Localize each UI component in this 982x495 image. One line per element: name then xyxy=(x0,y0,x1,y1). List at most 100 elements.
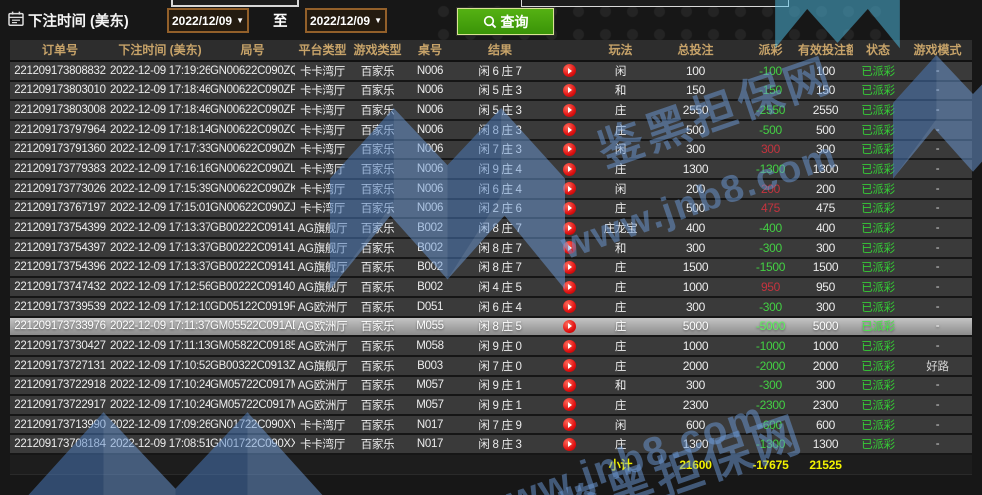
table-row[interactable]: 2212091737139902022-12-09 17:09:26GN0172… xyxy=(10,416,972,436)
date-to-select[interactable]: 2022/12/09 ▼ xyxy=(305,8,387,33)
cell-round: GM05722C0917M xyxy=(210,379,295,391)
header-col-4: 游戏类型 xyxy=(350,40,405,60)
play-icon[interactable] xyxy=(563,261,576,274)
cell-result: 闲 7 庄 3 xyxy=(455,141,545,157)
cell-bet: 2300 xyxy=(648,398,743,412)
cell-payout: -2000 xyxy=(743,359,798,373)
table-row[interactable]: 2212091737229182022-12-09 17:10:24GM0572… xyxy=(10,377,972,397)
play-icon[interactable] xyxy=(563,222,576,235)
play-icon[interactable] xyxy=(563,359,576,372)
cell-status: 已派彩 xyxy=(853,240,903,256)
result-replay-cell xyxy=(545,123,593,136)
table-row[interactable]: 2212091737229172022-12-09 17:10:24GM0572… xyxy=(10,396,972,416)
cell-time: 2022-12-09 17:08:51 xyxy=(110,438,210,450)
table-row[interactable]: 2212091737543972022-12-09 17:13:37GB0022… xyxy=(10,239,972,259)
table-row[interactable]: 2212091737395392022-12-09 17:12:10GD0512… xyxy=(10,298,972,318)
table-row[interactable]: 2212091738030082022-12-09 17:18:46GN0062… xyxy=(10,101,972,121)
cell-status: 已派彩 xyxy=(853,436,903,452)
header-col-13: 游戏模式 xyxy=(903,40,972,60)
table-row[interactable]: 2212091737913602022-12-09 17:17:33GN0062… xyxy=(10,141,972,161)
table-row[interactable]: 2212091737979642022-12-09 17:18:14GN0062… xyxy=(10,121,972,141)
cell-game: 百家乐 xyxy=(350,358,405,374)
table-row[interactable]: 2212091737081842022-12-09 17:08:51GN0172… xyxy=(10,435,972,455)
cell-table: N006 xyxy=(405,104,455,116)
play-icon[interactable] xyxy=(563,438,576,451)
play-icon[interactable] xyxy=(563,202,576,215)
header-col-8: 玩法 xyxy=(593,40,648,60)
play-icon[interactable] xyxy=(563,64,576,77)
cell-play: 和 xyxy=(593,82,648,98)
result-replay-cell xyxy=(545,340,593,353)
play-icon[interactable] xyxy=(563,300,576,313)
table-row[interactable]: 2212091737339762022-12-09 17:11:37GM0552… xyxy=(10,318,972,338)
cell-mode: - xyxy=(903,399,972,411)
table-row[interactable]: 2212091737730262022-12-09 17:15:39GN0062… xyxy=(10,180,972,200)
table-row[interactable]: 2212091737474322022-12-09 17:12:56GB0022… xyxy=(10,278,972,298)
play-icon[interactable] xyxy=(563,163,576,176)
play-icon[interactable] xyxy=(563,123,576,136)
play-icon[interactable] xyxy=(563,379,576,392)
cell-game: 百家乐 xyxy=(350,417,405,433)
cell-order: 221209173773026 xyxy=(10,183,110,195)
cell-order: 221209173803008 xyxy=(10,104,110,116)
cell-time: 2022-12-09 17:18:46 xyxy=(110,84,210,96)
cell-table: N006 xyxy=(405,183,455,195)
play-icon[interactable] xyxy=(563,398,576,411)
cell-payout: -300 xyxy=(743,300,798,314)
cell-mode: - xyxy=(903,104,972,116)
table-row[interactable]: 2212091737543962022-12-09 17:13:37GB0022… xyxy=(10,259,972,279)
cell-game: 百家乐 xyxy=(350,200,405,216)
play-icon[interactable] xyxy=(563,281,576,294)
table-row[interactable]: 2212091737271312022-12-09 17:10:52GB0032… xyxy=(10,357,972,377)
table-row[interactable]: 2212091737793832022-12-09 17:16:16GN0062… xyxy=(10,160,972,180)
play-icon[interactable] xyxy=(563,84,576,97)
play-icon[interactable] xyxy=(563,241,576,254)
cell-order: 221209173722918 xyxy=(10,379,110,391)
table-row[interactable]: 2212091738088322022-12-09 17:19:26GN0062… xyxy=(10,62,972,82)
cell-table: N017 xyxy=(405,419,455,431)
subtotal-total-payout: -17675 xyxy=(743,458,798,472)
cell-status: 已派彩 xyxy=(853,259,903,275)
cell-payout: 200 xyxy=(743,182,798,196)
table-row[interactable]: 2212091737543992022-12-09 17:13:37GB0022… xyxy=(10,219,972,239)
date-from-select[interactable]: 2022/12/09 ▼ xyxy=(167,8,249,33)
cell-bet: 300 xyxy=(648,300,743,314)
search-button[interactable]: 查询 xyxy=(457,8,554,35)
cell-game: 百家乐 xyxy=(350,377,405,393)
cell-order: 221209173730427 xyxy=(10,340,110,352)
subtotal-total-bet: 21600 xyxy=(648,458,743,472)
cell-time: 2022-12-09 17:15:01 xyxy=(110,202,210,214)
cell-payout: -500 xyxy=(743,123,798,137)
play-icon[interactable] xyxy=(563,320,576,333)
cell-table: M057 xyxy=(405,379,455,391)
cell-mode: - xyxy=(903,438,972,450)
play-icon[interactable] xyxy=(563,104,576,117)
cell-valid: 400 xyxy=(798,221,853,235)
cell-result: 闲 8 庄 5 xyxy=(455,318,545,334)
play-icon[interactable] xyxy=(563,143,576,156)
play-icon[interactable] xyxy=(563,418,576,431)
play-icon[interactable] xyxy=(563,182,576,195)
table-row[interactable]: 2212091737304272022-12-09 17:11:13GM0582… xyxy=(10,337,972,357)
table-row[interactable]: 2212091738030102022-12-09 17:18:46GN0062… xyxy=(10,82,972,102)
cell-bet: 600 xyxy=(648,418,743,432)
cell-payout: -300 xyxy=(743,241,798,255)
cell-result: 闲 8 庄 7 xyxy=(455,220,545,236)
cell-valid: 2550 xyxy=(798,103,853,117)
cell-mode: - xyxy=(903,183,972,195)
table-row[interactable]: 2212091737671972022-12-09 17:15:01GN0062… xyxy=(10,200,972,220)
cell-platform: 卡卡湾厅 xyxy=(295,417,350,433)
cell-payout: -1300 xyxy=(743,437,798,451)
result-replay-cell xyxy=(545,222,593,235)
cell-mode: - xyxy=(903,242,972,254)
play-icon[interactable] xyxy=(563,340,576,353)
result-replay-cell xyxy=(545,418,593,431)
cell-round: GD05122C0919R xyxy=(210,301,295,313)
cell-time: 2022-12-09 17:12:10 xyxy=(110,301,210,313)
result-replay-cell xyxy=(545,261,593,274)
cell-game: 百家乐 xyxy=(350,161,405,177)
cell-game: 百家乐 xyxy=(350,397,405,413)
cell-payout: -5000 xyxy=(743,319,798,333)
cell-valid: 2000 xyxy=(798,359,853,373)
cell-game: 百家乐 xyxy=(350,102,405,118)
